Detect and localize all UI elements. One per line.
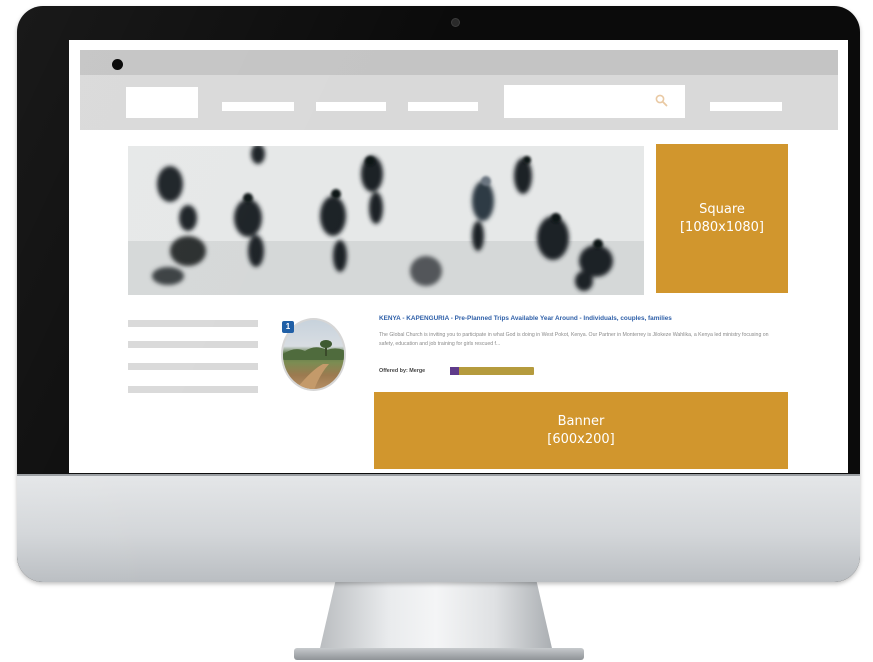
monitor-chin [17, 476, 860, 582]
banner-ad-title: Banner [557, 413, 605, 429]
organization-icon [450, 367, 459, 375]
logo-placeholder[interactable] [126, 87, 198, 118]
monitor-frame: Square [1080x1080] 1 KENYA - KAPENGURIA … [17, 6, 860, 582]
hero-crowd-illustration [128, 146, 644, 295]
hero-image [128, 146, 644, 295]
sidebar-line-3[interactable] [128, 363, 258, 370]
listing-description: The Global Church is inviting you to par… [379, 332, 769, 347]
banner-ad-placeholder[interactable]: Banner [600x200] [374, 392, 788, 469]
organization-logo[interactable] [450, 367, 534, 375]
nav-link-1[interactable] [222, 102, 294, 111]
listing-offered-by: Offered by: Merge [379, 368, 426, 374]
banner-ad-size: [600x200] [547, 431, 615, 447]
screen: Square [1080x1080] 1 KENYA - KAPENGURIA … [69, 40, 848, 473]
status-dot-icon [112, 59, 123, 70]
nav-link-2[interactable] [316, 102, 386, 111]
listing-rank-badge: 1 [282, 321, 294, 333]
nav-link-3[interactable] [408, 102, 478, 111]
square-ad-placeholder[interactable]: Square [1080x1080] [656, 144, 788, 293]
listing-title-link[interactable]: KENYA - KAPENGURIA - Pre-Planned Trips A… [379, 315, 819, 322]
monitor-stand-base [294, 648, 584, 660]
camera-icon [452, 19, 459, 26]
sidebar-line-1[interactable] [128, 320, 258, 327]
search-icon[interactable] [654, 93, 670, 109]
square-ad-size: [1080x1080] [679, 219, 764, 235]
square-ad-title: Square [699, 201, 745, 217]
nav-link-account[interactable] [710, 102, 782, 111]
sidebar-line-2[interactable] [128, 341, 258, 348]
monitor-stand-neck [318, 575, 554, 657]
top-bar [80, 50, 838, 75]
sidebar-line-4[interactable] [128, 386, 258, 393]
